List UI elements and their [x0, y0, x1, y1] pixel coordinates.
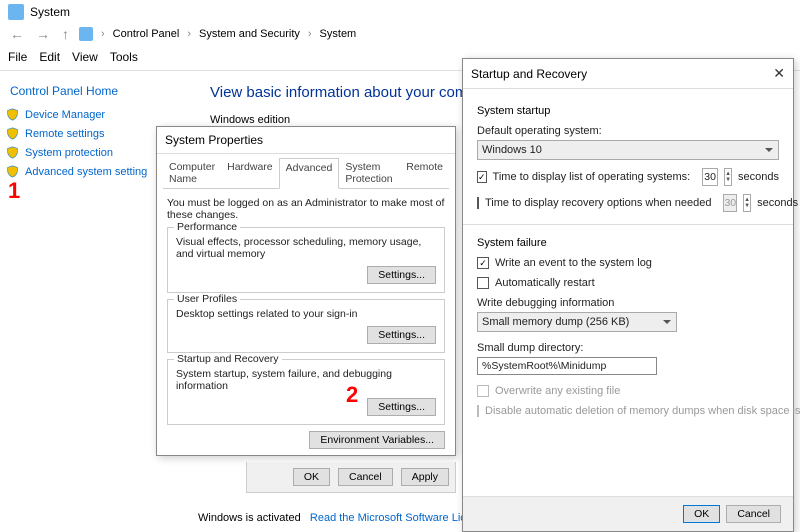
group-startup-recovery-title: Startup and Recovery	[174, 353, 282, 365]
menu-tools[interactable]: Tools	[110, 50, 138, 64]
disable-delete-label: Disable automatic deletion of memory dum…	[485, 405, 800, 417]
disable-delete-checkbox	[477, 405, 479, 417]
group-user-profiles-desc: Desktop settings related to your sign-in	[176, 308, 436, 320]
annotation-1: 1	[8, 178, 20, 204]
tab-computer-name[interactable]: Computer Name	[163, 158, 221, 188]
group-user-profiles-title: User Profiles	[174, 293, 240, 305]
shield-icon	[6, 146, 19, 159]
time-recovery-seconds-input: 30	[723, 194, 737, 212]
system-startup-heading: System startup	[477, 105, 779, 117]
group-performance-desc: Visual effects, processor scheduling, me…	[176, 236, 436, 260]
tab-system-protection[interactable]: System Protection	[339, 158, 400, 188]
page-heading: View basic information about your comput…	[210, 84, 502, 101]
seconds-label: seconds	[757, 197, 798, 209]
breadcrumb-item[interactable]: System and Security	[199, 28, 300, 40]
menu-edit[interactable]: Edit	[39, 50, 60, 64]
shield-icon	[6, 108, 19, 121]
fwd-arrow-icon[interactable]: →	[34, 26, 52, 42]
menu-file[interactable]: File	[8, 50, 27, 64]
write-event-checkbox[interactable]: ✓	[477, 257, 489, 269]
sidebar-item-device-manager[interactable]: Device Manager	[6, 108, 160, 121]
shield-icon	[6, 127, 19, 140]
sr-cancel-button[interactable]: Cancel	[726, 505, 781, 523]
overwrite-label: Overwrite any existing file	[495, 385, 620, 397]
back-arrow-icon[interactable]: ←	[8, 26, 26, 42]
up-arrow-icon[interactable]: ↑	[60, 26, 71, 42]
sp-cancel-button[interactable]: Cancel	[338, 468, 393, 486]
write-event-label: Write an event to the system log	[495, 257, 652, 269]
sr-ok-button[interactable]: OK	[683, 505, 720, 523]
tab-hardware[interactable]: Hardware	[221, 158, 279, 188]
auto-restart-label: Automatically restart	[495, 277, 595, 289]
shield-icon	[6, 165, 19, 178]
write-debug-label: Write debugging information	[477, 297, 779, 309]
seconds-label: seconds	[738, 171, 779, 183]
sidebar-item-label: Remote settings	[25, 128, 104, 140]
time-list-label: Time to display list of operating system…	[493, 171, 691, 183]
overwrite-checkbox	[477, 385, 489, 397]
time-recovery-label: Time to display recovery options when ne…	[485, 197, 711, 209]
sidebar-item-remote-settings[interactable]: Remote settings	[6, 127, 160, 140]
auto-restart-checkbox[interactable]	[477, 277, 489, 289]
sp-ok-button[interactable]: OK	[293, 468, 330, 486]
memory-dump-select[interactable]: Small memory dump (256 KB)	[477, 312, 677, 332]
control-panel-home-link[interactable]: Control Panel Home	[10, 84, 160, 98]
tab-advanced[interactable]: Advanced	[279, 158, 340, 189]
startup-recovery-dialog: Startup and Recovery ✕ System startup De…	[462, 58, 794, 532]
dump-dir-input[interactable]: %SystemRoot%\Minidump	[477, 357, 657, 375]
system-properties-dialog: System Properties Computer Name Hardware…	[156, 126, 456, 456]
windows-edition-label: Windows edition	[210, 114, 290, 126]
activation-status: Windows is activated	[198, 512, 301, 524]
dialog-title: Startup and Recovery	[471, 67, 587, 81]
dump-dir-label: Small dump directory:	[477, 342, 779, 354]
sp-apply-button[interactable]: Apply	[401, 468, 449, 486]
breadcrumb-item[interactable]: System	[320, 28, 357, 40]
sidebar-item-label: Advanced system setting	[25, 166, 147, 178]
sidebar-item-label: Device Manager	[25, 109, 105, 121]
default-os-label: Default operating system:	[477, 125, 779, 137]
sidebar-item-label: System protection	[25, 147, 113, 159]
spinner-buttons[interactable]: ▲▼	[724, 168, 732, 186]
performance-settings-button[interactable]: Settings...	[367, 266, 436, 284]
group-startup-recovery-desc: System startup, system failure, and debu…	[176, 368, 436, 392]
memory-dump-value: Small memory dump (256 KB)	[482, 316, 629, 328]
group-performance-title: Performance	[174, 221, 240, 233]
time-recovery-checkbox[interactable]	[477, 197, 479, 209]
breadcrumb-item[interactable]: Control Panel	[113, 28, 180, 40]
menu-view[interactable]: View	[72, 50, 98, 64]
window-title: System	[30, 5, 70, 19]
startup-recovery-settings-button[interactable]: Settings...	[367, 398, 436, 416]
sidebar-item-advanced-settings[interactable]: Advanced system setting	[6, 165, 160, 178]
sidebar-item-system-protection[interactable]: System protection	[6, 146, 160, 159]
system-failure-heading: System failure	[477, 237, 779, 249]
default-os-select[interactable]: Windows 10	[477, 140, 779, 160]
spinner-buttons: ▲▼	[743, 194, 751, 212]
time-list-seconds-input[interactable]: 30	[702, 168, 718, 186]
default-os-value: Windows 10	[482, 144, 542, 156]
breadcrumb-icon	[79, 27, 93, 41]
user-profiles-settings-button[interactable]: Settings...	[367, 326, 436, 344]
dialog-title: System Properties	[157, 127, 455, 154]
environment-variables-button[interactable]: Environment Variables...	[309, 431, 445, 449]
admin-note: You must be logged on as an Administrato…	[167, 197, 445, 221]
system-icon	[8, 4, 24, 20]
time-list-checkbox[interactable]: ✓	[477, 171, 487, 183]
close-icon[interactable]: ✕	[773, 65, 785, 82]
tab-remote[interactable]: Remote	[400, 158, 449, 188]
annotation-2: 2	[346, 382, 358, 408]
